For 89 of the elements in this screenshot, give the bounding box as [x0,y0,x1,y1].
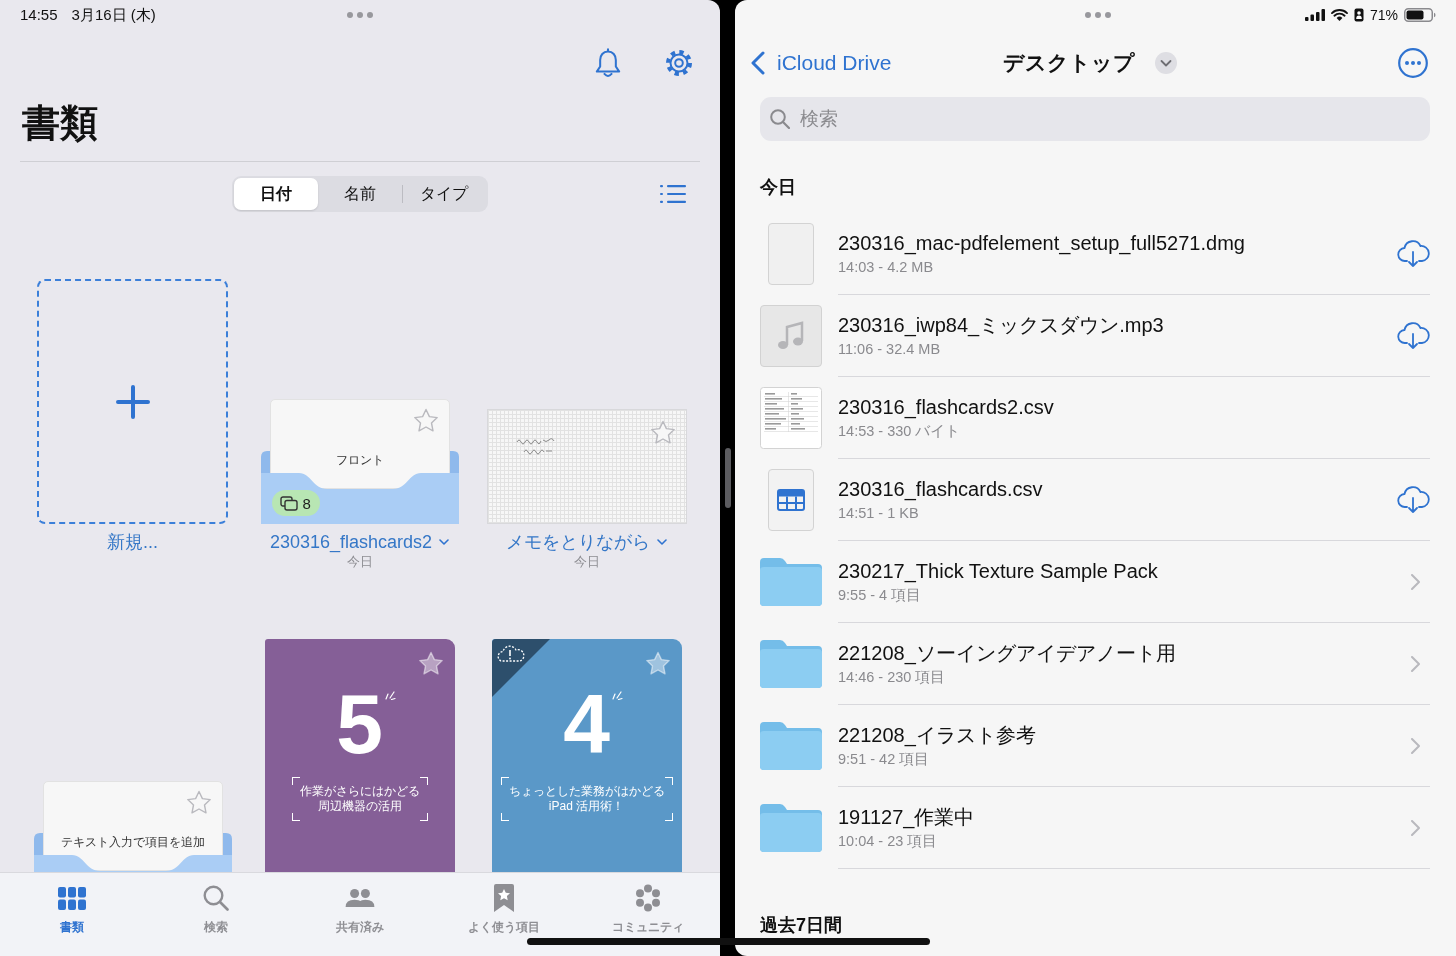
page-title: 書類 [22,101,98,146]
new-document-button[interactable] [37,279,228,524]
chevron-down-circle-icon[interactable] [1154,52,1177,74]
tab[interactable]: 書類 [0,873,144,956]
cloud-download-icon[interactable] [1397,321,1430,350]
file-details: 14:03 - 4.2 MB [838,258,934,276]
file-thumbnail[interactable] [760,387,822,449]
file-name[interactable]: 230316_mac-pdfelement_setup_full5271.dmg [838,231,1245,255]
book-cover[interactable]: 5 作業がさらにはかどる 周辺機器の活用 [264,639,455,872]
bell-icon[interactable] [595,47,621,78]
more-options-icon[interactable] [1398,48,1428,78]
chevron-right-icon [1411,573,1420,590]
file-name[interactable]: 230316_flashcards.csv [838,477,1043,501]
status-date: 3月16日 (木) [71,5,156,25]
chevron-right-icon [1411,655,1420,672]
folder-icon[interactable] [760,558,822,606]
folder-title: デスクトップ [1002,50,1135,76]
cover-number: 5 [336,679,383,769]
people-icon [345,889,375,907]
file-details: 11:06 - 32.4 MB [838,340,941,358]
back-button[interactable]: iCloud Drive [751,51,892,75]
card-text: テキスト入力で項目を追加 [60,835,205,849]
search-icon [770,109,790,129]
signal-icon [1304,9,1325,21]
star-icon[interactable] [649,420,676,445]
table-icon [777,489,805,511]
settings-icon[interactable] [665,48,693,77]
folder-icon[interactable] [760,640,822,688]
file-thumbnail[interactable] [768,223,814,285]
file-name[interactable]: 221208_イラスト参考 [838,723,1036,747]
flashcard[interactable]: フロント [269,399,450,489]
three-dots-icon[interactable] [1085,12,1111,18]
battery-percent: 71% [1369,7,1398,23]
sort-tab[interactable]: 名前 [318,178,402,210]
card-text: フロント [335,453,384,467]
circle-ring-icon [635,884,661,912]
plus-icon [115,384,150,419]
file-name[interactable]: 230316_flashcards2.csv [838,395,1054,419]
cards-icon [279,495,298,511]
battery-icon [1404,8,1436,22]
folder-icon[interactable] [760,804,822,852]
split-view-handle[interactable] [724,448,731,508]
file-thumbnail[interactable] [768,469,814,531]
document-name[interactable]: 230316_flashcards2 [269,530,450,554]
cover-subtitle: ちょっとした業務がはかどる iPad 活用術！ [500,777,673,821]
cover-number: 4 [563,679,610,769]
file-name[interactable]: 230316_iwp84_ミックスダウン.mp3 [838,313,1164,337]
sort-tab[interactable]: 日付 [234,178,318,210]
search-field[interactable]: 検索 [760,97,1430,141]
document-name[interactable]: メモをとりながら [506,530,667,554]
status-time: 14:55 [20,5,58,25]
person-badge-icon [1353,8,1364,22]
file-details: 14:46 - 230 項目 [838,668,946,686]
card-count: 8 [302,494,311,512]
grid-icon [58,886,86,910]
music-note-icon [777,321,805,351]
flashcard[interactable]: テキスト入力で項目を追加 [42,781,223,871]
file-details: 9:51 - 42 項目 [838,750,930,768]
bookmark-star-icon [494,884,514,912]
cover-subtitle: 作業がさらにはかどる 周辺機器の活用 [291,777,428,821]
star-icon[interactable] [412,408,439,433]
three-dots-icon[interactable] [347,12,373,18]
chevron-right-icon [1411,737,1420,754]
file-details: 14:53 - 330 バイト [838,422,961,440]
wifi-icon [1330,9,1348,21]
file-thumbnail[interactable] [760,305,822,367]
folder-icon[interactable] [760,722,822,770]
sparkle-icon [383,689,396,700]
file-details: 9:55 - 4 項目 [838,586,922,604]
cloud-download-icon[interactable] [1397,485,1430,514]
file-name[interactable]: 191127_作業中 [838,805,975,829]
document-date: 今日 [573,554,600,570]
section-header: 過去7日間 [760,915,842,935]
file-details: 14:51 - 1 KB [838,504,919,522]
file-name[interactable]: 230217_Thick Texture Sample Pack [838,559,1158,583]
list-icon[interactable] [660,185,686,203]
file-details: 10:04 - 23 項目 [838,832,938,850]
file-name[interactable]: 221208_ソーイングアイデアノート用 [838,641,1176,665]
cloud-download-icon[interactable] [1397,239,1430,268]
chevron-down-icon [657,539,667,545]
document-date: 今日 [346,554,373,570]
chevron-down-icon [439,539,450,545]
chevron-right-icon [1411,819,1420,836]
star-icon[interactable] [185,790,212,815]
chevron-left-icon [751,51,765,75]
sparkle-icon [610,689,623,700]
section-header: 今日 [760,177,796,197]
new-document-label[interactable]: 新規... [107,530,158,554]
search-icon [203,885,229,911]
